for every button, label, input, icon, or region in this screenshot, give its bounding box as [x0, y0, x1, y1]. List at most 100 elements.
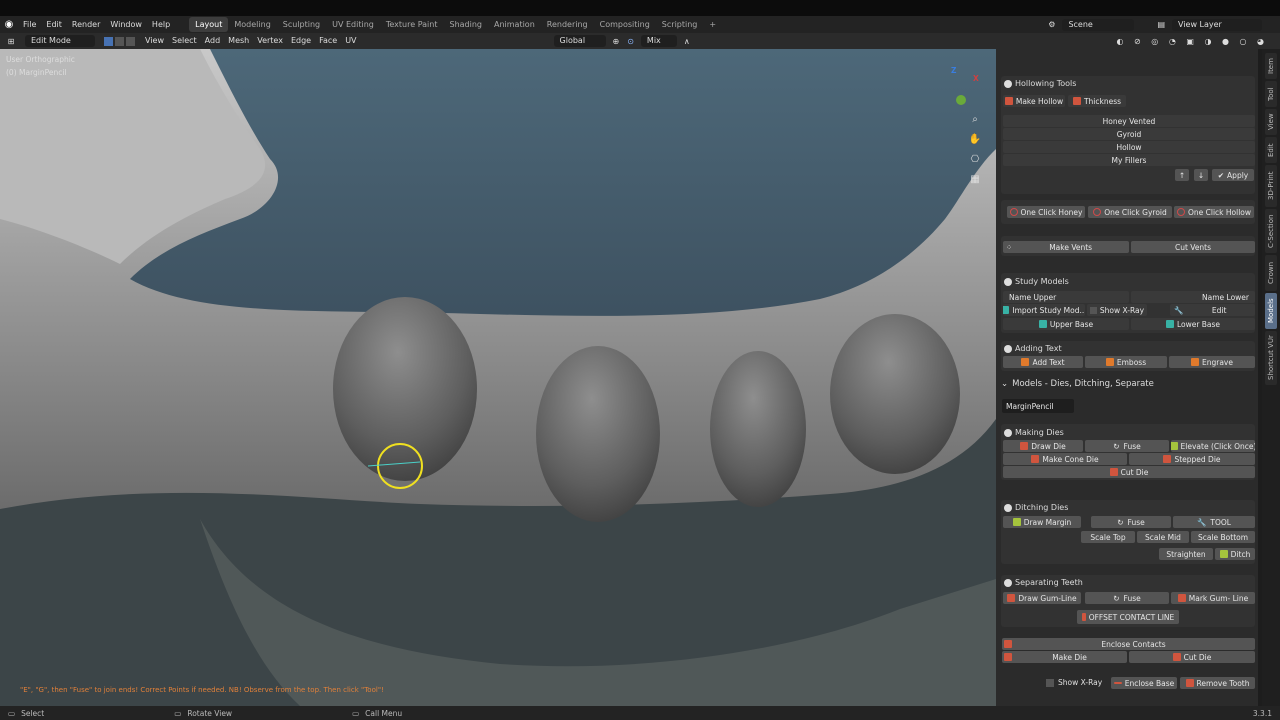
menu-uv[interactable]: UV [341, 33, 360, 49]
orientation-dropdown[interactable]: Global [553, 35, 606, 47]
tab-texture-paint[interactable]: Texture Paint [380, 17, 444, 32]
draw-margin-button[interactable]: Draw Margin [1003, 516, 1081, 528]
name-lower-field[interactable]: Name Lower [1131, 291, 1255, 303]
hollowing-header[interactable]: Hollowing Tools [1004, 79, 1076, 88]
snap-dropdown[interactable]: Mix [640, 35, 677, 47]
tab-modeling[interactable]: Modeling [228, 17, 276, 32]
menu-file[interactable]: File [18, 16, 41, 33]
pan-hand-icon[interactable]: ✋ [968, 133, 982, 147]
tab-scripting[interactable]: Scripting [656, 17, 704, 32]
apply-button[interactable]: ✔ Apply [1212, 169, 1254, 181]
menu-add[interactable]: Add [201, 33, 225, 49]
upper-base-button[interactable]: Upper Base [1003, 318, 1129, 330]
scene-field[interactable]: Scene [1062, 18, 1135, 31]
tool-button[interactable]: 🔧 TOOL [1173, 516, 1255, 528]
die-fuse-button[interactable]: ↻ Fuse [1085, 440, 1169, 452]
gizmo-icons[interactable]: ◐ ⊘ ◎ ◔ ▣ ◑ ● ○ ◕ [1117, 37, 1268, 46]
proportional-icon[interactable]: ∧ [684, 37, 690, 46]
view-layer-field[interactable]: View Layer [1172, 18, 1262, 31]
cone-die-button[interactable]: Make Cone Die [1003, 453, 1127, 465]
scale-top-button[interactable]: Scale Top [1081, 531, 1135, 543]
lower-base-button[interactable]: Lower Base [1131, 318, 1255, 330]
list-honey-vented[interactable]: Honey Vented [1003, 115, 1255, 127]
make-die-button[interactable]: Make Die [1002, 651, 1127, 663]
sep-cut-die-button[interactable]: Cut Die [1129, 651, 1255, 663]
menu-edit[interactable]: Edit [41, 16, 67, 33]
zoom-icon[interactable]: ⌕ [968, 113, 982, 127]
import-study-button[interactable]: Import Study Mod... [1003, 304, 1085, 316]
blender-logo-icon[interactable]: ◉ [0, 19, 18, 30]
draw-die-button[interactable]: Draw Die [1003, 440, 1083, 452]
tab-3d-print[interactable]: 3D-Print [1265, 165, 1277, 207]
mode-dropdown[interactable]: Edit Mode [25, 35, 95, 47]
offset-contact-button[interactable]: OFFSET CONTACT LINE [1077, 610, 1179, 624]
study-edit-button[interactable]: 🔧 Edit [1170, 304, 1255, 316]
editor-type-icon[interactable]: ⊞ [0, 37, 22, 46]
text-header[interactable]: Adding Text [1004, 344, 1062, 353]
ditch-button[interactable]: Ditch [1215, 548, 1255, 560]
tab-uv-editing[interactable]: UV Editing [326, 17, 380, 32]
emboss-button[interactable]: Emboss [1085, 356, 1167, 368]
tab-edit[interactable]: Edit [1265, 137, 1277, 163]
tab-crown[interactable]: Crown [1265, 255, 1277, 291]
tab-layout[interactable]: Layout [189, 17, 229, 32]
study-xray-checkbox[interactable]: Show X-Ray [1087, 304, 1147, 316]
ditch-header[interactable]: Ditching Dies [1004, 503, 1068, 512]
tab-rendering[interactable]: Rendering [541, 17, 594, 32]
tab-shading[interactable]: Shading [443, 17, 488, 32]
elevate-button[interactable]: Elevate (Click Once) [1171, 440, 1255, 452]
scale-bottom-button[interactable]: Scale Bottom [1191, 531, 1255, 543]
menu-view[interactable]: View [141, 33, 168, 49]
tab-shortcut[interactable]: Shortcut VUr [1265, 331, 1277, 385]
tab-animation[interactable]: Animation [488, 17, 541, 32]
tab-tool[interactable]: Tool [1265, 81, 1277, 107]
one-click-gyroid-button[interactable]: One Click Gyroid [1088, 206, 1172, 218]
straighten-button[interactable]: Straighten [1159, 548, 1213, 560]
tab-sculpting[interactable]: Sculpting [277, 17, 326, 32]
sep-header[interactable]: Separating Teeth [1004, 578, 1083, 587]
tab-item[interactable]: Item [1265, 53, 1277, 79]
mark-gum-button[interactable]: Mark Gum- Line [1171, 592, 1255, 604]
tab-compositing[interactable]: Compositing [594, 17, 656, 32]
pivot-icon[interactable]: ⊕ [613, 37, 620, 46]
name-upper-field[interactable]: Name Upper [1003, 291, 1129, 303]
list-gyroid[interactable]: Gyroid [1003, 128, 1255, 140]
menu-edge[interactable]: Edge [287, 33, 315, 49]
axis-y-dot[interactable] [956, 95, 966, 105]
menu-select[interactable]: Select [168, 33, 201, 49]
thickness-button[interactable]: Thickness [1068, 95, 1126, 107]
models-panel-header[interactable]: ⌄ Models - Dies, Ditching, Separate [1001, 379, 1154, 389]
list-my-fillers[interactable]: My Fillers [1003, 154, 1255, 166]
select-mode-icons[interactable] [104, 36, 135, 46]
list-hollow[interactable]: Hollow [1003, 141, 1255, 153]
cut-die-button[interactable]: Cut Die [1003, 466, 1255, 478]
ditch-fuse-button[interactable]: ↻ Fuse [1091, 516, 1171, 528]
object-name-field[interactable]: MarginPencil [1002, 399, 1074, 413]
sep-fuse-button[interactable]: ↻ Fuse [1085, 592, 1169, 604]
remove-tooth-button[interactable]: Remove Tooth [1180, 677, 1255, 689]
add-text-button[interactable]: Add Text [1003, 356, 1083, 368]
one-click-honey-button[interactable]: One Click Honey [1007, 206, 1085, 218]
enclose-base-button[interactable]: Enclose Base [1111, 677, 1177, 689]
stepped-die-button[interactable]: Stepped Die [1129, 453, 1255, 465]
enclose-contacts-button[interactable]: Enclose Contacts [1002, 638, 1255, 650]
move-down-button[interactable]: ↓ [1194, 169, 1208, 181]
snap-icon[interactable]: ⊙ [627, 37, 634, 46]
menu-vertex[interactable]: Vertex [253, 33, 287, 49]
add-workspace-icon[interactable]: + [703, 17, 722, 32]
tab-c-section[interactable]: C-Section [1265, 209, 1277, 253]
move-up-button[interactable]: ↑ [1175, 169, 1189, 181]
menu-window[interactable]: Window [105, 16, 147, 33]
menu-help[interactable]: Help [147, 16, 175, 33]
sep-xray-checkbox[interactable]: Show X-Ray [1046, 678, 1102, 687]
study-header[interactable]: Study Models [1004, 277, 1069, 286]
engrave-button[interactable]: Engrave [1169, 356, 1255, 368]
3d-viewport[interactable]: User Orthographic (0) MarginPencil Z X ⌕… [0, 49, 996, 706]
make-vents-button[interactable]: ⁘ Make Vents [1003, 241, 1129, 253]
menu-face[interactable]: Face [315, 33, 341, 49]
tab-view[interactable]: View [1265, 109, 1277, 135]
menu-render[interactable]: Render [67, 16, 105, 33]
menu-mesh[interactable]: Mesh [224, 33, 253, 49]
one-click-hollow-button[interactable]: One Click Hollow [1174, 206, 1254, 218]
scale-mid-button[interactable]: Scale Mid [1137, 531, 1189, 543]
